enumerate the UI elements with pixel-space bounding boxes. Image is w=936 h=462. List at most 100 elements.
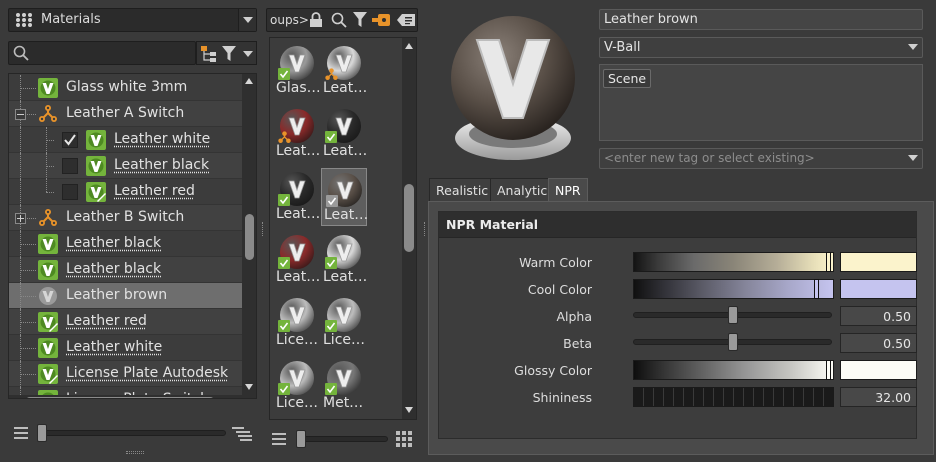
thumbnail-grid[interactable]: Glas… Leat… Leat… Leat… Leat… Leat… Leat… Leat…… bbox=[269, 37, 417, 420]
scene-tag[interactable]: Scene bbox=[603, 69, 652, 88]
grid-icon bbox=[16, 13, 32, 27]
scroll-up-icon[interactable] bbox=[245, 78, 253, 84]
groups-toolbar: oups> bbox=[266, 8, 418, 32]
tree-row-leather-white[interactable]: Leather white bbox=[9, 127, 242, 153]
glossy-color-gradient[interactable] bbox=[633, 360, 834, 380]
panel-grip[interactable] bbox=[126, 451, 144, 454]
list-view-icon[interactable] bbox=[272, 433, 286, 445]
tree-connector bbox=[20, 283, 21, 309]
material-thumbnail[interactable]: Glas… bbox=[274, 42, 321, 100]
material-thumbnail[interactable]: Leat… bbox=[274, 168, 320, 226]
material-icon bbox=[38, 260, 58, 280]
filter-icon[interactable] bbox=[353, 12, 367, 28]
material-thumbnail[interactable]: Lice… bbox=[274, 357, 320, 415]
scroll-right-icon[interactable] bbox=[231, 398, 237, 399]
tree-size-slider-knob[interactable] bbox=[37, 424, 47, 442]
hierarchy-icon[interactable] bbox=[200, 45, 218, 63]
material-thumbnail[interactable]: Leat… bbox=[274, 231, 320, 289]
switch-checkbox[interactable] bbox=[62, 184, 78, 200]
beta-value[interactable]: 0.50 bbox=[840, 333, 917, 353]
switch-checkbox[interactable] bbox=[62, 158, 78, 174]
tag-filter-icon[interactable] bbox=[372, 13, 392, 27]
grid-view-icon[interactable] bbox=[396, 431, 412, 447]
tree-hscrollbar[interactable] bbox=[9, 395, 256, 399]
tree-row-leather-b-switch[interactable]: Leather B Switch bbox=[9, 205, 242, 231]
tree-row-license-plate-autodesk[interactable]: License Plate Autodesk bbox=[9, 361, 242, 387]
lock-icon[interactable] bbox=[309, 12, 323, 28]
material-thumbnail[interactable]: Leat… bbox=[321, 168, 368, 226]
tree-row-leather-white[interactable]: Leather white bbox=[9, 335, 242, 361]
tree-connector bbox=[20, 127, 21, 153]
tree-row-leather-red[interactable]: Leather red bbox=[9, 309, 242, 335]
material-icon bbox=[325, 320, 337, 332]
material-thumbnail[interactable]: Leat… bbox=[321, 42, 367, 100]
thumb-size-slider[interactable] bbox=[296, 436, 388, 442]
tree-size-slider[interactable] bbox=[38, 430, 226, 436]
library-combo[interactable]: Materials bbox=[8, 8, 257, 32]
tab-npr[interactable]: NPR bbox=[548, 178, 588, 202]
list-view-icon[interactable] bbox=[14, 427, 28, 439]
tree-row-leather-black[interactable]: Leather black bbox=[9, 231, 242, 257]
warm-color-swatch[interactable] bbox=[840, 252, 917, 272]
tab-analytic[interactable]: Analytic bbox=[490, 178, 555, 202]
search-input[interactable] bbox=[8, 41, 196, 65]
cool-color-gradient-marker[interactable] bbox=[814, 279, 819, 299]
tag-icon[interactable] bbox=[397, 14, 415, 26]
tab-realistic[interactable]: Realistic bbox=[429, 178, 496, 202]
tree-vscrollbar[interactable] bbox=[242, 74, 256, 398]
scroll-left-icon[interactable] bbox=[13, 398, 19, 399]
tree-vscroll-thumb[interactable] bbox=[245, 214, 254, 260]
shininess-bar[interactable] bbox=[633, 387, 834, 407]
expand-icon[interactable] bbox=[15, 213, 26, 224]
material-thumbnail[interactable]: Lice… bbox=[321, 294, 367, 352]
switch-checkbox[interactable] bbox=[62, 132, 78, 148]
beta-slider-knob[interactable] bbox=[727, 333, 738, 351]
warm-color-gradient[interactable] bbox=[633, 252, 834, 272]
tag-input[interactable]: <enter new tag or select existing> bbox=[599, 148, 923, 169]
tree-row-leather-black[interactable]: Leather black bbox=[9, 153, 242, 179]
material-preview[interactable] bbox=[439, 6, 587, 170]
search-icon[interactable] bbox=[331, 12, 347, 28]
filter-icon[interactable] bbox=[222, 46, 236, 62]
tree-row-leather-brown[interactable]: Leather brown bbox=[9, 283, 242, 309]
tags-box[interactable]: Scene bbox=[599, 64, 923, 141]
scroll-down-icon[interactable] bbox=[245, 384, 253, 390]
material-thumbnail[interactable]: Leat… bbox=[321, 105, 367, 163]
alpha-value[interactable]: 0.50 bbox=[840, 306, 917, 326]
material-icon bbox=[325, 257, 337, 269]
cool-color-gradient[interactable] bbox=[633, 279, 834, 299]
shininess-value[interactable]: 32.00 bbox=[840, 387, 917, 407]
material-thumbnail[interactable]: Met… bbox=[321, 357, 367, 415]
scroll-up-icon[interactable] bbox=[405, 43, 413, 49]
material-thumbnail[interactable]: Leat… bbox=[321, 231, 367, 289]
chevron-down-icon[interactable] bbox=[243, 51, 253, 57]
chevron-down-icon[interactable] bbox=[238, 9, 256, 31]
tree-connector bbox=[46, 179, 47, 192]
tree-hscroll-thumb[interactable] bbox=[25, 397, 215, 398]
chevron-down-icon[interactable] bbox=[908, 44, 918, 50]
warm-color-gradient-marker[interactable] bbox=[826, 252, 831, 272]
material-icon bbox=[86, 182, 106, 202]
material-thumbnail[interactable]: Leat… bbox=[274, 105, 320, 163]
scroll-down-icon[interactable] bbox=[405, 407, 413, 413]
material-thumbnail[interactable]: Lice… bbox=[274, 294, 320, 352]
glossy-color-gradient-marker[interactable] bbox=[826, 360, 831, 380]
cool-color-swatch[interactable] bbox=[840, 279, 917, 299]
chevron-down-icon[interactable] bbox=[908, 155, 918, 161]
alpha-slider-knob[interactable] bbox=[727, 306, 738, 324]
tree-row-leather-red[interactable]: Leather red bbox=[9, 179, 242, 205]
material-tree[interactable]: Glass white 3mm Leather A Switch Leather w… bbox=[8, 73, 257, 399]
collapse-icon[interactable] bbox=[15, 109, 26, 120]
thumb-vscroll-thumb[interactable] bbox=[404, 184, 414, 252]
splitter-handle[interactable] bbox=[424, 222, 426, 236]
detail-view-icon[interactable] bbox=[232, 427, 252, 441]
thumb-size-slider-knob[interactable] bbox=[296, 430, 306, 448]
tree-row-leather-black[interactable]: Leather black bbox=[9, 257, 242, 283]
material-type-combo[interactable]: V-Ball bbox=[599, 37, 923, 58]
tree-row-leather-a-switch[interactable]: Leather A Switch bbox=[9, 101, 242, 127]
tree-row-glass-white-3mm[interactable]: Glass white 3mm bbox=[9, 75, 242, 101]
glossy-color-swatch[interactable] bbox=[840, 360, 917, 380]
groups-combo[interactable]: oups> bbox=[270, 13, 309, 27]
thumb-vscrollbar[interactable] bbox=[402, 38, 416, 419]
material-name-field[interactable]: Leather brown bbox=[599, 9, 923, 30]
